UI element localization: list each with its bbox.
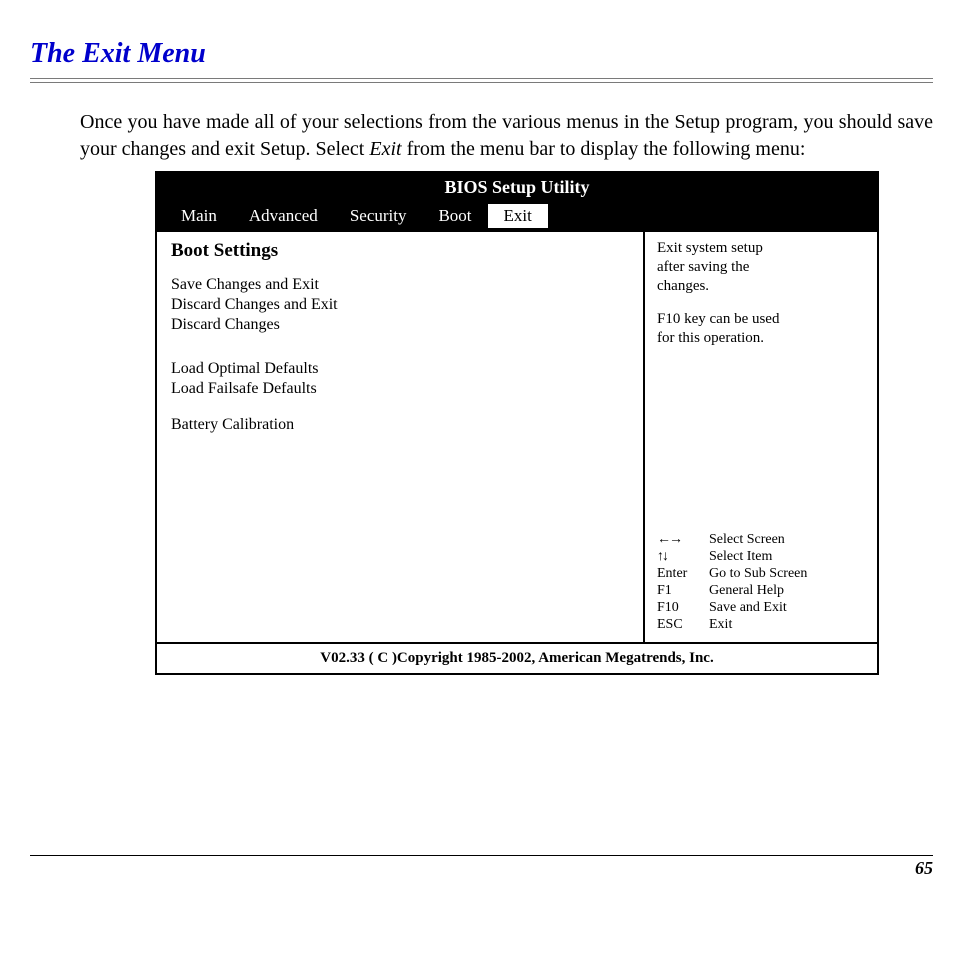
bios-panel-heading: Boot Settings [171,240,629,262]
bios-item-load-optimal[interactable]: Load Optimal Defaults [171,360,629,378]
legend-key: ESC [657,617,709,633]
bios-help-text: Exit system setup after saving the chang… [657,240,867,349]
bios-tab-advanced[interactable]: Advanced [233,204,334,228]
bios-item-save-exit[interactable]: Save Changes and Exit [171,276,629,294]
bios-right-panel: Exit system setup after saving the chang… [645,232,877,642]
legend-label: Exit [709,617,732,633]
help-line: changes. [657,278,867,295]
intro-em: Exit [369,138,401,160]
legend-row: ESC Exit [657,617,867,633]
bios-title: BIOS Setup Utility [157,173,877,202]
page-footer-rule [30,855,933,856]
legend-label: Go to Sub Screen [709,566,807,582]
legend-label: Select Item [709,549,772,565]
intro-post: from the menu bar to display the followi… [402,138,806,160]
bios-left-panel: Boot Settings Save Changes and Exit Disc… [157,232,645,642]
help-line: F10 key can be used [657,311,867,328]
section-rule [30,78,933,83]
bios-key-legend: Select Screen Select Item Enter Go to Su… [657,531,867,634]
legend-key: Enter [657,566,709,582]
legend-key: F10 [657,600,709,616]
legend-row: F1 General Help [657,583,867,599]
arrows-left-right-icon [657,532,709,548]
legend-row: F10 Save and Exit [657,600,867,616]
bios-screenshot: BIOS Setup Utility Main Advanced Securit… [155,171,879,675]
bios-tab-bar: Main Advanced Security Boot Exit [157,202,877,230]
bios-item-discard[interactable]: Discard Changes [171,316,629,334]
legend-row: Enter Go to Sub Screen [657,566,867,582]
bios-body: Boot Settings Save Changes and Exit Disc… [157,230,877,642]
legend-label: General Help [709,583,784,599]
legend-row: Select Screen [657,532,867,548]
page-number: 65 [30,858,933,879]
bios-tab-security[interactable]: Security [334,204,423,228]
legend-label: Select Screen [709,532,785,548]
help-line: after saving the [657,259,867,276]
bios-tab-boot[interactable]: Boot [422,204,487,228]
legend-key: F1 [657,583,709,599]
help-line: Exit system setup [657,240,867,257]
arrows-up-down-icon [657,549,709,565]
intro-paragraph: Once you have made all of your selection… [80,109,933,163]
section-title: The Exit Menu [30,38,933,70]
bios-item-discard-exit[interactable]: Discard Changes and Exit [171,296,629,314]
legend-row: Select Item [657,549,867,565]
bios-footer: V02.33 ( C )Copyright 1985-2002, America… [157,642,877,673]
bios-item-load-failsafe[interactable]: Load Failsafe Defaults [171,380,629,398]
bios-tab-main[interactable]: Main [165,204,233,228]
legend-label: Save and Exit [709,600,787,616]
bios-item-battery-calibration[interactable]: Battery Calibration [171,416,629,434]
help-line: for this operation. [657,330,867,347]
bios-tab-exit[interactable]: Exit [488,204,548,228]
